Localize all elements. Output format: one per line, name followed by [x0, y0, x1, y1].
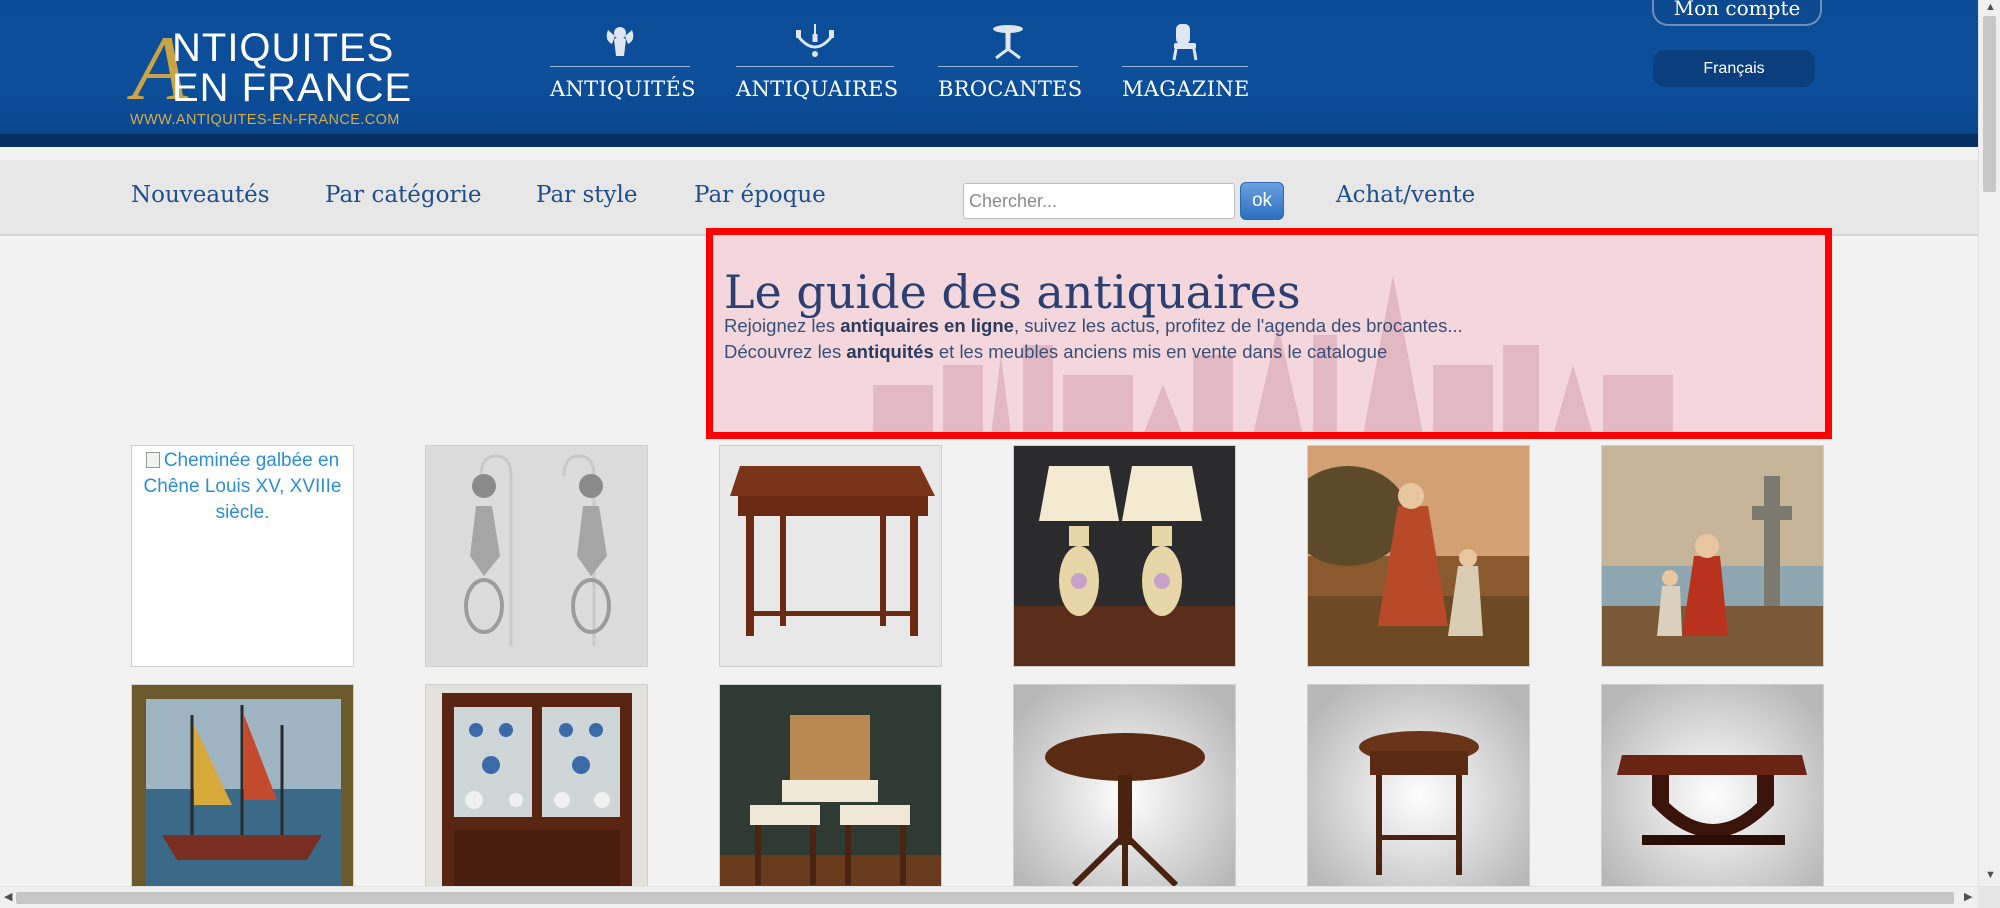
- product-tile-small-table[interactable]: [1307, 684, 1530, 906]
- nav-magazine[interactable]: MAGAZINE: [1122, 22, 1250, 112]
- product-tile-round-table[interactable]: [1013, 684, 1236, 906]
- nav-par-categorie[interactable]: Par catégorie: [325, 182, 481, 208]
- nav-achat-vente[interactable]: Achat/vente: [1336, 182, 1475, 208]
- language-select[interactable]: Français: [1653, 50, 1815, 87]
- product-tile-earrings[interactable]: [425, 445, 648, 667]
- link-antiquaires-en-ligne[interactable]: antiquaires en ligne: [840, 315, 1014, 336]
- side-table-photo: [720, 446, 941, 666]
- logo-text-line1: NTIQUITES: [172, 26, 395, 70]
- round-table-photo: [1014, 685, 1235, 905]
- secondary-nav: Nouveautés Par catégorie Par style Par é…: [0, 160, 1978, 236]
- hero-title: Le guide des antiquaires: [724, 265, 1301, 319]
- product-tile-art-deco-table[interactable]: [1601, 684, 1824, 906]
- product-tile-cheminee[interactable]: Cheminée galbée en Chêne Louis XV, XVIII…: [131, 445, 354, 667]
- nav-label: ANTIQUAIRES: [736, 77, 899, 101]
- nav-antiquites[interactable]: ANTIQUITÉS: [550, 22, 696, 112]
- account-button[interactable]: Mon compte: [1652, 0, 1822, 26]
- cherub-icon: [606, 27, 634, 56]
- site-logo[interactable]: A NTIQUITES EN FRANCE WWW.ANTIQUITES-EN-…: [130, 22, 440, 130]
- nav-antiquaires[interactable]: ANTIQUAIRES: [736, 22, 899, 112]
- horizontal-scrollbar[interactable]: ◀ ▶: [0, 886, 1978, 908]
- broken-image-alt: Cheminée galbée en Chêne Louis XV, XVIII…: [143, 450, 342, 523]
- hero-banner: Le guide des antiquaires Rejoignez les a…: [706, 228, 1832, 439]
- search-input[interactable]: [963, 183, 1235, 219]
- nav-label: ANTIQUITÉS: [550, 77, 696, 101]
- broken-image-icon: [145, 452, 160, 468]
- scroll-down-arrow-icon[interactable]: ▼: [1985, 870, 1996, 881]
- chandelier-icon: [796, 24, 834, 57]
- chairs-photo: [720, 685, 941, 905]
- small-table-photo: [1308, 685, 1529, 905]
- pedestal-table-icon: [993, 25, 1023, 60]
- hero-text-line-1: Rejoignez les antiquaires en ligne, suiv…: [724, 315, 1463, 336]
- nav-nouveautes[interactable]: Nouveautés: [131, 182, 270, 208]
- earrings-photo: [426, 446, 647, 666]
- art-deco-table-photo: [1602, 685, 1823, 905]
- scroll-right-arrow-icon[interactable]: ▶: [1964, 892, 1972, 903]
- product-tile-lamps[interactable]: [1013, 445, 1236, 667]
- logo-text-line2: EN FRANCE: [172, 66, 413, 110]
- product-tile-painting-seaside[interactable]: [1601, 445, 1824, 667]
- hero-text-line-2: Découvrez les antiquités et les meubles …: [724, 341, 1388, 362]
- painting-photo: [132, 685, 353, 905]
- painting-photo: [1602, 446, 1823, 666]
- horizontal-scroll-thumb[interactable]: [16, 892, 1954, 904]
- product-tile-painting-harbor[interactable]: [131, 684, 354, 906]
- nav-label: MAGAZINE: [1122, 77, 1250, 101]
- logo-url: WWW.ANTIQUITES-EN-FRANCE.COM: [130, 112, 400, 128]
- bookcase-photo: [426, 685, 647, 905]
- scroll-up-arrow-icon[interactable]: ▲: [1985, 2, 1996, 13]
- lamps-photo: [1014, 446, 1235, 666]
- link-antiquites[interactable]: antiquités: [846, 341, 933, 362]
- site-header: A NTIQUITES EN FRANCE WWW.ANTIQUITES-EN-…: [0, 0, 1978, 147]
- painting-photo: [1308, 446, 1529, 666]
- nav-par-style[interactable]: Par style: [536, 182, 637, 208]
- product-grid: Cheminée galbée en Chêne Louis XV, XVIII…: [131, 445, 1824, 906]
- product-tile-side-table[interactable]: [719, 445, 942, 667]
- vertical-scroll-thumb[interactable]: [1983, 16, 1996, 192]
- nav-brocantes[interactable]: BROCANTES: [938, 22, 1083, 112]
- vertical-scrollbar[interactable]: ▲ ▼: [1978, 0, 2000, 886]
- product-tile-painting-mother[interactable]: [1307, 445, 1530, 667]
- scrollbar-corner: [1978, 886, 2000, 908]
- nav-par-epoque[interactable]: Par époque: [694, 182, 826, 208]
- chair-icon: [1172, 24, 1198, 61]
- product-tile-chairs[interactable]: [719, 684, 942, 906]
- nav-label: BROCANTES: [938, 77, 1083, 101]
- scroll-left-arrow-icon[interactable]: ◀: [4, 892, 12, 903]
- product-tile-bookcase[interactable]: [425, 684, 648, 906]
- search-ok-button[interactable]: ok: [1240, 182, 1284, 220]
